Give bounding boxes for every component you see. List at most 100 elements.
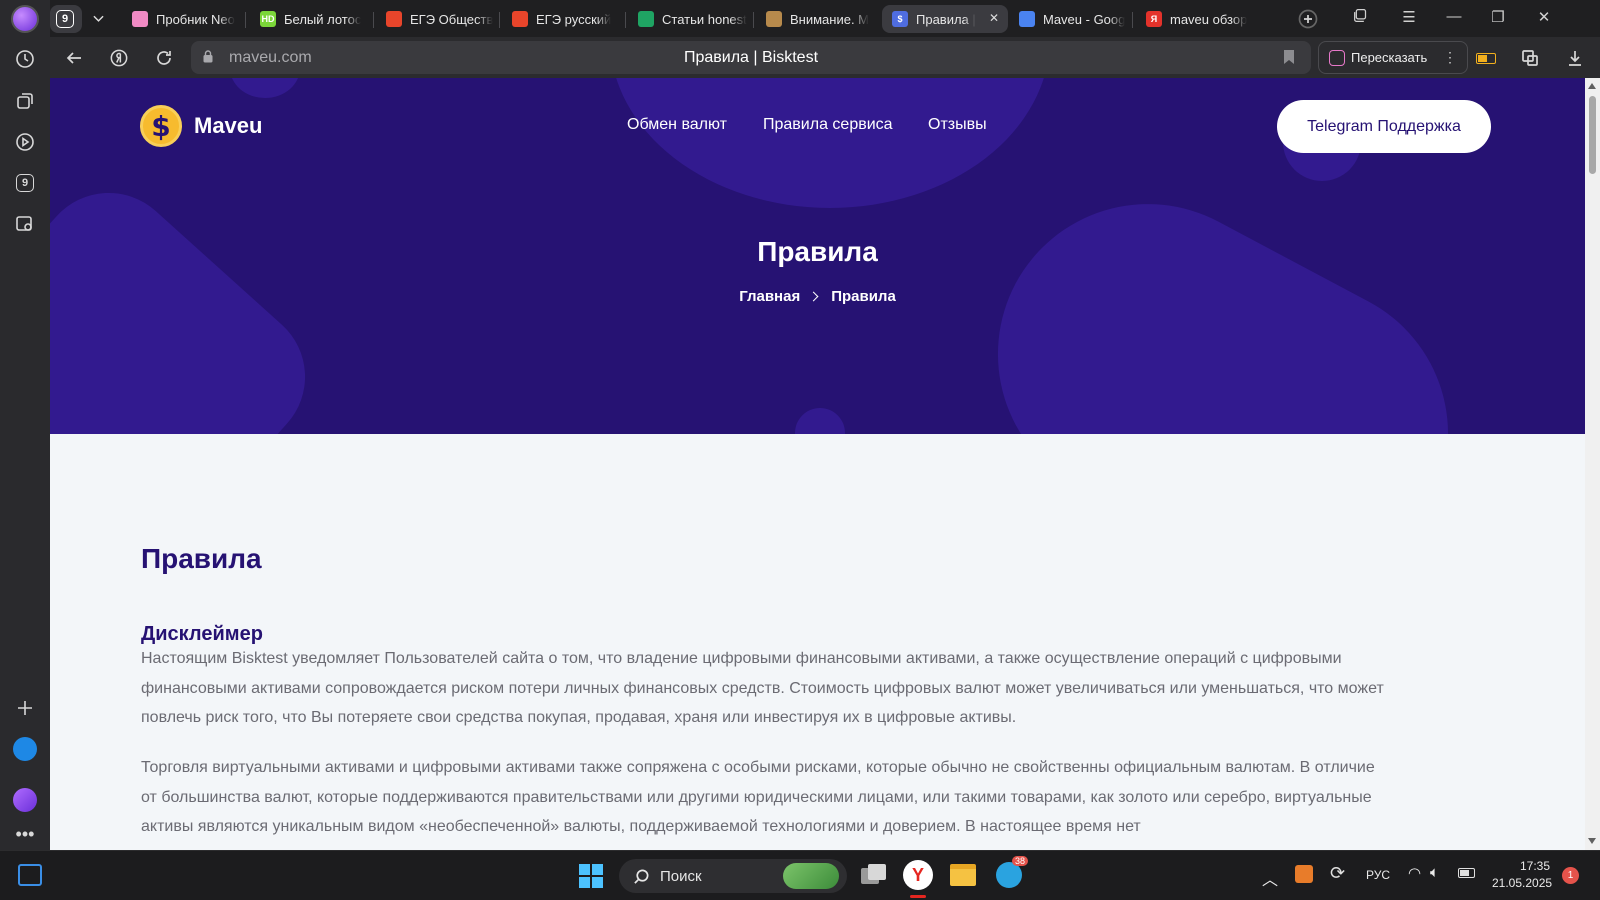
tab-favicon-icon: [1019, 11, 1035, 27]
search-icon: [634, 869, 649, 884]
search-label: Поиск: [660, 867, 702, 885]
decor-circle-bottom: [795, 408, 845, 434]
wifi-icon[interactable]: ◠: [1408, 864, 1421, 882]
tab-separator: [625, 12, 626, 28]
menu-hamburger-icon[interactable]: ☰: [1394, 8, 1424, 26]
sync-icon[interactable]: ⟳: [1330, 863, 1345, 884]
task-view-icon[interactable]: [861, 864, 887, 886]
breadcrumb-home-link[interactable]: Главная: [739, 288, 800, 305]
browser-tab[interactable]: HD Белый лотос: [250, 5, 370, 33]
page-heading: Правила: [141, 543, 262, 574]
retell-label: Пересказать: [1351, 50, 1428, 65]
retell-button[interactable]: Пересказать ⋮: [1318, 41, 1468, 74]
active-app-indicator: [910, 895, 926, 898]
history-icon[interactable]: [11, 45, 39, 73]
tab-separator: [753, 12, 754, 28]
tab-title: Белый лотос: [284, 11, 362, 27]
nav-link-exchange[interactable]: Обмен валют: [627, 116, 727, 134]
tab-separator: [1132, 12, 1133, 28]
reload-icon[interactable]: [152, 46, 176, 70]
close-tab-icon[interactable]: ✕: [989, 11, 999, 25]
nav-link-reviews[interactable]: Отзывы: [928, 116, 987, 134]
screenshot-icon[interactable]: [11, 210, 39, 238]
tab-counter-button[interactable]: 9: [50, 5, 82, 33]
file-explorer-icon[interactable]: [950, 864, 976, 886]
page-scrollbar[interactable]: [1585, 78, 1600, 850]
disclaimer-paragraph-1: Настоящим Bisktest уведомляет Пользовате…: [141, 650, 1384, 726]
tab-title: Maveu - Goog: [1043, 11, 1126, 27]
tabs-dropdown-chevron-icon[interactable]: [84, 5, 112, 33]
scroll-up-arrow-icon[interactable]: [1588, 83, 1596, 89]
tray-overflow-chevron-icon[interactable]: ︿: [1262, 866, 1278, 890]
address-bar[interactable]: maveu.com Правила | Bisktest: [191, 41, 1311, 74]
input-language[interactable]: РУС: [1366, 868, 1390, 882]
taskbar-search-box[interactable]: Поиск: [619, 859, 847, 893]
browser-tab[interactable]: $ Правила | ✕: [882, 5, 1008, 33]
tab-favicon-icon: [766, 11, 782, 27]
back-arrow-icon[interactable]: [62, 46, 86, 70]
close-window-icon[interactable]: ✕: [1529, 8, 1559, 26]
breadcrumb: Главная Правила: [50, 288, 1585, 305]
browser-tab[interactable]: Maveu - Goog: [1009, 5, 1129, 33]
restore-window-icon[interactable]: ❐: [1483, 8, 1513, 26]
battery-icon[interactable]: [1458, 868, 1475, 878]
notification-badge[interactable]: 1: [1562, 867, 1579, 884]
browser-tab[interactable]: Внимание. М: [756, 5, 876, 33]
new-tab-plus-icon[interactable]: [1296, 7, 1320, 31]
widgets-icon[interactable]: [18, 864, 42, 886]
clock-date[interactable]: 21.05.2025: [1492, 876, 1552, 890]
translate-page-icon[interactable]: [1518, 46, 1542, 70]
tab-favicon-icon: [132, 11, 148, 27]
clock-time[interactable]: 17:35: [1520, 859, 1550, 873]
alice-assistant-icon[interactable]: [11, 786, 39, 814]
tab-title: Пробник Neo: [156, 11, 235, 27]
windows-start-icon[interactable]: [579, 864, 603, 888]
browser-tab[interactable]: Статьи honest: [628, 5, 750, 33]
tray-app-icon[interactable]: [1295, 865, 1313, 883]
add-panel-icon[interactable]: [11, 694, 39, 722]
search-highlight-image: [783, 863, 839, 889]
windows-taskbar: Поиск Y 38 ︿ ⟳ РУС ◠ 🔈︎ 17:35 21.05.2025…: [0, 850, 1600, 900]
browser-tab[interactable]: ЕГЭ русский: [502, 5, 622, 33]
more-icon[interactable]: •••: [11, 820, 39, 848]
site-logo[interactable]: $ Maveu: [140, 105, 262, 147]
tab-title: Статьи honest: [662, 11, 747, 27]
tab-favicon-icon: Я: [1146, 11, 1162, 27]
breadcrumb-current: Правила: [831, 288, 896, 305]
disclaimer-paragraph-2: Торговля виртуальными активами и цифровы…: [141, 759, 1375, 835]
nav-link-rules[interactable]: Правила сервиса: [763, 116, 893, 134]
tab-title: Правила |: [916, 11, 976, 27]
downloads-icon[interactable]: [1563, 46, 1587, 70]
yandex-home-icon[interactable]: [107, 46, 131, 70]
yandex-browser-taskbar-icon[interactable]: Y: [903, 860, 933, 890]
address-page-title: Правила | Bisktest: [683, 49, 819, 66]
collections-icon[interactable]: [11, 87, 39, 115]
battery-saver-icon[interactable]: [1474, 46, 1498, 70]
hero-banner: $ Maveu Обмен валют Правила сервиса Отзы…: [50, 78, 1585, 434]
minimize-window-icon[interactable]: —: [1439, 8, 1469, 25]
tab-favicon-icon: [386, 11, 402, 27]
tab-favicon-icon: [512, 11, 528, 27]
volume-icon[interactable]: 🔈︎: [1430, 864, 1439, 881]
video-play-icon[interactable]: [11, 128, 39, 156]
retell-more-icon[interactable]: ⋮: [1443, 49, 1457, 66]
profile-avatar[interactable]: [11, 5, 39, 33]
tab-favicon-icon: $: [892, 11, 908, 27]
tab-title: Внимание. М: [790, 11, 870, 27]
breadcrumb-chevron-icon: [808, 291, 819, 302]
scrollbar-thumb[interactable]: [1589, 96, 1596, 174]
retell-icon: [1329, 49, 1345, 66]
browser-tab[interactable]: Яmaveu обзор: [1136, 5, 1256, 33]
tabs-counter-icon[interactable]: 9: [11, 169, 39, 197]
site-name: Maveu: [194, 113, 263, 138]
page-viewport: $ Maveu Обмен валют Правила сервиса Отзы…: [50, 78, 1585, 850]
browser-tab[interactable]: Пробник Neo: [122, 5, 242, 33]
browser-tab[interactable]: ЕГЭ Обществ: [376, 5, 496, 33]
tab-manager-icon[interactable]: [1345, 8, 1375, 27]
browser-side-panel: 9 •••: [0, 0, 50, 850]
messenger-app-icon[interactable]: [11, 735, 39, 763]
telegram-support-button[interactable]: Telegram Поддержка: [1277, 100, 1491, 153]
telegram-taskbar-icon[interactable]: 38: [996, 856, 1029, 888]
scroll-down-arrow-icon[interactable]: [1588, 838, 1596, 844]
bookmark-icon[interactable]: [1283, 49, 1295, 65]
